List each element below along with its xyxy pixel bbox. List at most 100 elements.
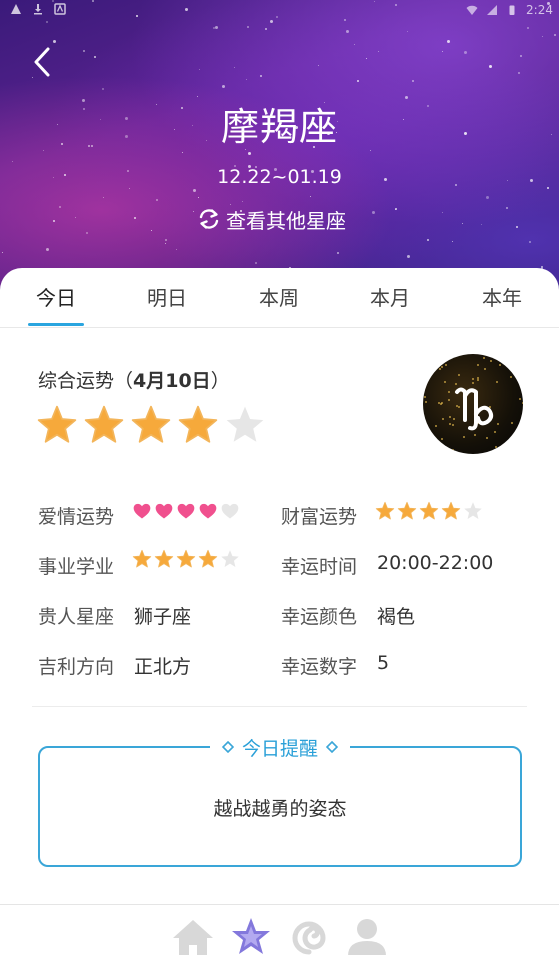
background-star [193, 211, 194, 213]
background-star [102, 88, 105, 91]
background-star [46, 247, 50, 251]
background-star [461, 222, 463, 224]
background-star [241, 201, 243, 203]
star-filled-icon [375, 501, 395, 520]
heart-filled-icon [133, 503, 151, 519]
background-star [82, 50, 85, 53]
lucky-time-label: 幸运时间 [281, 556, 358, 578]
battery-icon [509, 5, 515, 15]
background-star [192, 189, 196, 193]
home-icon[interactable] [170, 916, 216, 955]
background-star [214, 26, 218, 30]
warning-icon [11, 4, 21, 14]
lucky-number-value: 5 [377, 652, 390, 674]
heart-filled-icon [199, 503, 217, 519]
notification-icon [54, 3, 66, 15]
background-star [447, 40, 451, 44]
background-star [247, 151, 251, 155]
tab-this-week[interactable]: 本周 [239, 282, 319, 311]
background-star [353, 43, 355, 45]
background-star [441, 212, 443, 214]
background-star [85, 231, 88, 234]
date-range: 12.22~01.19 [217, 166, 342, 188]
background-star [246, 25, 249, 28]
diamond-icon [221, 741, 234, 753]
bottom-nav [170, 916, 390, 955]
star-filled-icon [419, 501, 439, 520]
background-star [442, 51, 444, 52]
wifi-icon [466, 5, 478, 15]
background-star [53, 219, 56, 222]
star-filled-icon [178, 405, 218, 443]
wealth-rating-stars [375, 501, 483, 521]
background-star [451, 240, 453, 242]
background-star [134, 216, 137, 219]
tab-tomorrow[interactable]: 明日 [127, 282, 207, 311]
background-star [128, 188, 130, 190]
background-star [93, 55, 96, 58]
background-star [265, 27, 268, 30]
switch-sign-button[interactable]: 查看其他星座 [196, 204, 346, 234]
background-star [255, 261, 258, 264]
swirl-icon[interactable] [286, 916, 332, 955]
background-star [310, 195, 312, 197]
background-star [102, 197, 104, 199]
star-icon[interactable] [228, 916, 274, 955]
active-tab-indicator [28, 323, 84, 326]
background-star [517, 71, 520, 74]
background-star [519, 55, 522, 58]
background-star [464, 50, 468, 54]
tab-this-month[interactable]: 本月 [350, 282, 430, 311]
lucky-number-label: 幸运数字 [281, 656, 358, 678]
background-star [259, 75, 262, 78]
heart-empty-icon [221, 503, 239, 519]
background-star [165, 239, 168, 242]
background-star [74, 217, 76, 219]
status-bar: 2:24 [0, 0, 559, 24]
background-star [318, 64, 320, 66]
love-rating-hearts [132, 501, 240, 521]
back-button[interactable] [24, 44, 60, 80]
background-star [346, 29, 350, 33]
background-star [245, 79, 247, 81]
love-fortune-label: 爱情运势 [38, 506, 115, 528]
background-star [506, 207, 509, 210]
direction-label: 吉利方向 [38, 656, 115, 678]
background-star [485, 196, 489, 200]
tab-this-year[interactable]: 本年 [462, 282, 542, 311]
background-star [198, 197, 200, 199]
bottom-nav-divider [0, 904, 559, 905]
star-filled-icon [37, 405, 77, 443]
background-star [426, 238, 429, 241]
background-star [151, 229, 153, 231]
background-star [394, 208, 397, 211]
status-time: 2:24 [526, 3, 553, 17]
overall-fortune-label: 综合运势（4月10日） [38, 366, 230, 393]
period-tabs: 今日 明日 本周 本月 本年 [0, 268, 559, 328]
reminder-text: 越战越勇的姿态 [213, 798, 347, 820]
star-filled-icon [397, 501, 417, 520]
background-star [52, 40, 56, 44]
tab-today[interactable]: 今日 [16, 282, 96, 311]
background-star [488, 65, 492, 69]
overall-rating-stars [36, 404, 266, 446]
background-star [412, 80, 415, 82]
background-star [372, 211, 376, 215]
download-icon [34, 4, 42, 15]
background-star [58, 206, 61, 209]
noble-sign-label: 贵人星座 [38, 606, 115, 628]
page-title: 摩羯座 [220, 105, 338, 149]
lucky-time-value: 20:00-22:00 [377, 552, 494, 574]
noble-sign-value: 狮子座 [134, 606, 192, 628]
lucky-color-value: 褐色 [377, 606, 416, 628]
signal-icon [487, 5, 498, 15]
background-star [165, 242, 167, 244]
user-icon[interactable] [344, 916, 390, 955]
overall-date: 4月10日 [133, 370, 211, 392]
background-star [155, 199, 158, 202]
star-filled-icon [176, 549, 196, 568]
background-star [357, 80, 360, 83]
capricorn-icon [455, 387, 494, 431]
career-fortune-label: 事业学业 [38, 556, 115, 578]
background-star [542, 36, 544, 38]
